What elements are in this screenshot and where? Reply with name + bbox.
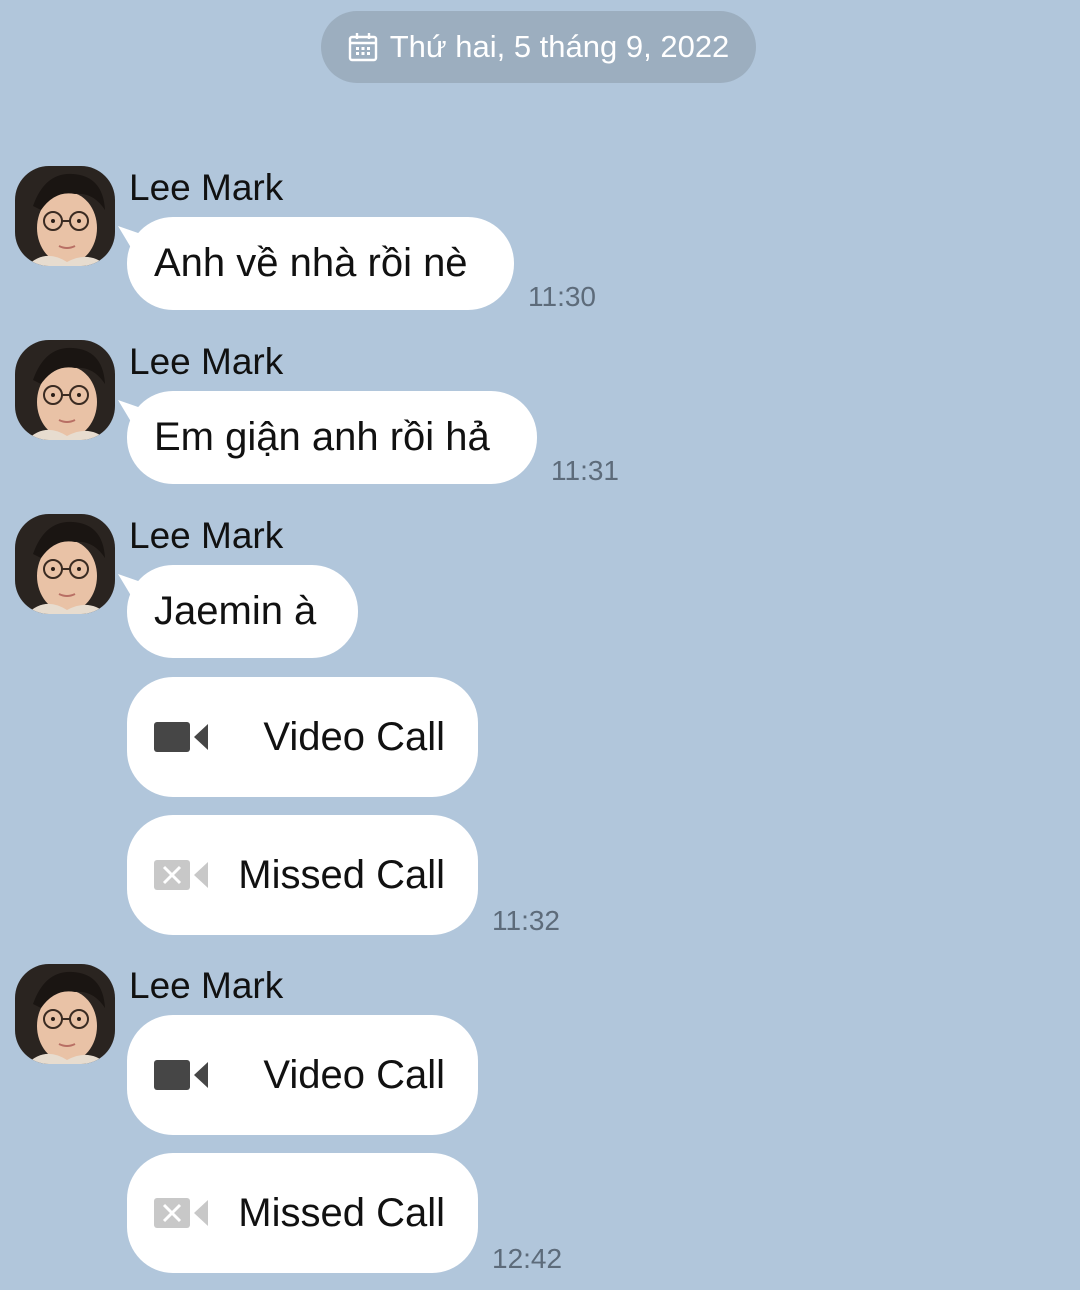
message-time: 11:32 — [492, 905, 560, 936]
avatar[interactable] — [15, 964, 115, 1064]
sender-name: Lee Mark — [129, 515, 284, 556]
date-separator: Thứ hai, 5 tháng 9, 2022 — [321, 11, 756, 83]
missed-video-call-icon — [154, 1195, 210, 1231]
avatar[interactable] — [15, 166, 115, 266]
message-time: 11:30 — [528, 281, 596, 312]
avatar[interactable] — [15, 340, 115, 440]
date-text: Thứ hai, 5 tháng 9, 2022 — [389, 29, 730, 64]
message-time: 11:31 — [551, 455, 619, 486]
calendar-icon — [348, 33, 377, 62]
message-time: 12:42 — [492, 1243, 563, 1274]
message-text: Jaemin à — [154, 589, 317, 633]
sender-name: Lee Mark — [129, 341, 284, 382]
sender-name: Lee Mark — [129, 167, 284, 208]
avatar[interactable] — [15, 514, 115, 614]
missed-call-bubble[interactable]: Missed Call — [127, 1153, 478, 1273]
message-bubble[interactable]: Anh về nhà rồi nè — [127, 217, 514, 310]
video-camera-icon — [154, 719, 210, 755]
call-label: Missed Call — [238, 852, 445, 897]
missed-video-call-icon — [154, 857, 210, 893]
call-label: Missed Call — [238, 1190, 445, 1235]
call-label: Video Call — [263, 714, 445, 759]
message-text: Anh về nhà rồi nè — [154, 241, 468, 285]
sender-name: Lee Mark — [129, 965, 284, 1006]
video-call-bubble[interactable]: Video Call — [127, 1015, 478, 1135]
message-bubble[interactable]: Jaemin à — [127, 565, 358, 658]
message-bubble[interactable]: Em giận anh rồi hả — [127, 391, 537, 484]
video-camera-icon — [154, 1057, 210, 1093]
missed-call-bubble[interactable]: Missed Call — [127, 815, 478, 935]
call-label: Video Call — [263, 1052, 445, 1097]
message-text: Em giận anh rồi hả — [154, 415, 490, 459]
video-call-bubble[interactable]: Video Call — [127, 677, 478, 797]
